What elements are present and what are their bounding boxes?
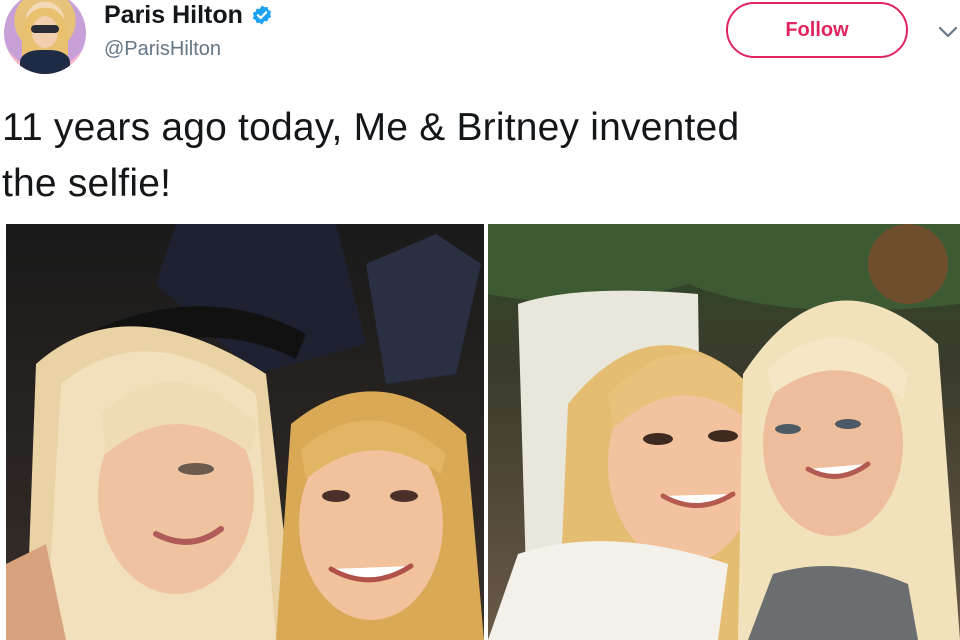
photo-left[interactable] xyxy=(6,224,484,640)
user-handle[interactable]: @ParisHilton xyxy=(104,38,273,61)
avatar-body xyxy=(20,50,70,74)
display-name-row[interactable]: Paris Hilton xyxy=(104,0,273,30)
follow-button[interactable]: Follow xyxy=(726,2,908,58)
photo-left-illustration xyxy=(6,224,484,640)
photo-right-illustration xyxy=(488,224,960,640)
photo-right[interactable] xyxy=(488,224,960,640)
display-name[interactable]: Paris Hilton xyxy=(104,0,243,30)
chevron-down-icon[interactable] xyxy=(936,22,960,42)
user-info: Paris Hilton @ParisHilton xyxy=(104,0,273,61)
avatar[interactable] xyxy=(4,0,86,74)
tweet-media xyxy=(6,224,960,640)
tweet-text-line-1: 11 years ago today, Me & Britney invente… xyxy=(2,106,740,149)
verified-badge-icon xyxy=(252,5,271,25)
tweet-text: 11 years ago today, Me & Britney invente… xyxy=(2,100,952,212)
avatar-sunglasses xyxy=(31,25,59,33)
tweet-text-line-2: the selfie! xyxy=(2,162,172,205)
